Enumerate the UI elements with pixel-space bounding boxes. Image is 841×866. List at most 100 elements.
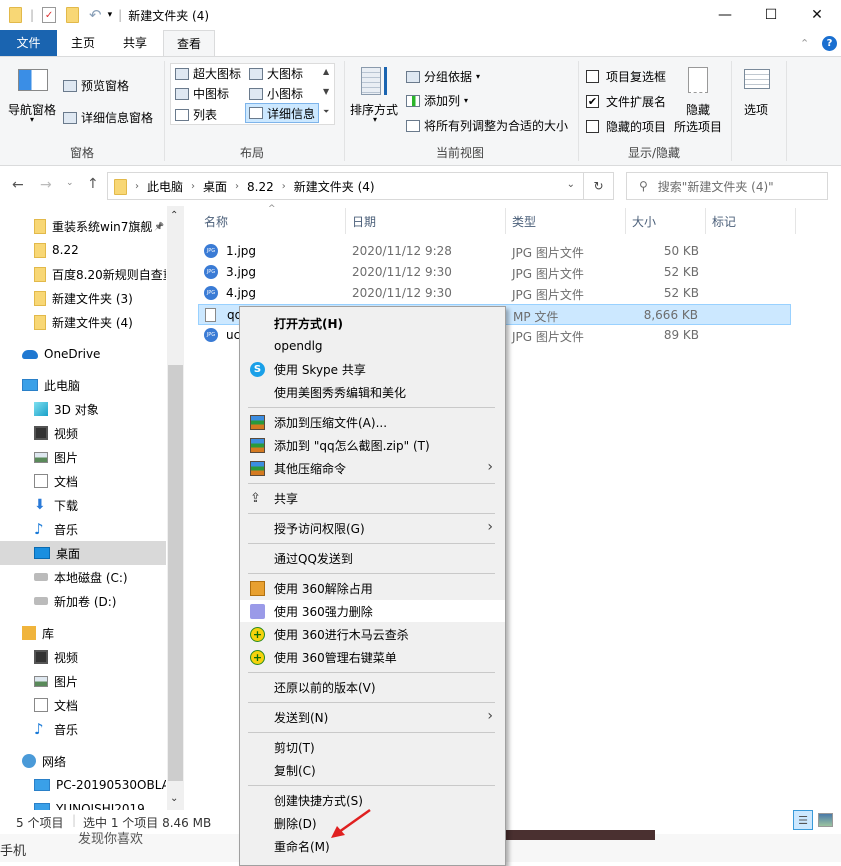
folder-icon[interactable] [9, 7, 22, 23]
nav-item[interactable]: 桌面 [0, 541, 166, 565]
large-icons-view-button[interactable] [818, 813, 833, 827]
column-header-type[interactable]: 类型 [512, 213, 536, 230]
address-dropdown-icon[interactable]: ⌄ [567, 179, 575, 190]
nav-item[interactable]: 图片 [0, 445, 166, 469]
nav-item[interactable]: ⬇ 下载 [0, 493, 166, 517]
tab-home[interactable]: 主页 [67, 30, 99, 56]
nav-item[interactable]: 8.22 [0, 238, 166, 262]
minimize-button[interactable]: — [702, 0, 748, 30]
menu-item[interactable]: + 使用 360管理右键菜单 [240, 646, 505, 668]
details-pane-button[interactable]: 详细信息窗格 [63, 109, 153, 126]
layout-extra-large-icons[interactable]: 超大图标 [175, 65, 241, 82]
menu-item[interactable]: 发送到(N) › [240, 706, 505, 728]
new-folder-icon[interactable] [66, 7, 80, 23]
column-divider[interactable] [505, 208, 506, 234]
tab-share[interactable]: 共享 [118, 30, 152, 56]
column-header-name[interactable]: 名称 [204, 213, 228, 230]
file-row[interactable]: JPG 1.jpg 2020/11/12 9:28 JPG 图片文件 50 KB [198, 241, 791, 262]
layout-large-icons[interactable]: 大图标 [249, 65, 303, 82]
menu-item[interactable]: 使用 360解除占用 [240, 577, 505, 599]
tab-file[interactable]: 文件 [0, 30, 57, 56]
column-header-tags[interactable]: 标记 [712, 213, 736, 230]
menu-item[interactable]: opendlg [240, 335, 505, 357]
add-column-button[interactable]: 添加列 ▾ [406, 92, 468, 109]
file-row[interactable]: JPG 4.jpg 2020/11/12 9:30 JPG 图片文件 52 KB [198, 283, 791, 304]
menu-item[interactable]: 通过QQ发送到 [240, 547, 505, 569]
column-divider[interactable] [625, 208, 626, 234]
nav-item[interactable]: 百度8.20新规则自查重 [0, 262, 166, 286]
column-divider[interactable] [705, 208, 706, 234]
refresh-button[interactable]: ↻ [584, 172, 614, 200]
column-header-date[interactable]: 日期 [352, 213, 376, 230]
menu-item[interactable]: ⇪ 共享 [240, 487, 505, 509]
menu-item[interactable]: + 使用 360进行木马云查杀 [240, 623, 505, 645]
breadcrumb-8-22[interactable]: 8.22 [247, 180, 274, 194]
close-button[interactable]: ✕ [794, 0, 840, 30]
up-button[interactable]: ↑ [87, 176, 99, 192]
column-divider[interactable] [795, 208, 796, 234]
pin-icon[interactable]: 📌 [154, 222, 164, 231]
recent-locations-icon[interactable]: ⌄ [66, 178, 74, 188]
nav-item[interactable]: 网络 [0, 749, 166, 773]
tab-view[interactable]: 查看 [163, 30, 215, 57]
checkbox[interactable] [586, 120, 599, 133]
nav-item[interactable]: 此电脑 [0, 373, 166, 397]
menu-item[interactable]: 授予访问权限(G) › [240, 517, 505, 539]
nav-item[interactable]: 新加卷 (D:) [0, 589, 166, 613]
gallery-expand-icon[interactable]: ⏷ [323, 107, 329, 117]
nav-item[interactable]: 图片 [0, 669, 166, 693]
menu-item[interactable]: 其他压缩命令 › [240, 457, 505, 479]
nav-item[interactable]: ♪ 音乐 [0, 517, 166, 541]
nav-item[interactable]: 新建文件夹 (3) [0, 286, 166, 310]
nav-item[interactable]: OneDrive [0, 342, 166, 366]
gallery-scroll-up-icon[interactable]: ▲ [323, 67, 329, 76]
layout-details[interactable]: 详细信息 [245, 103, 319, 123]
forward-button[interactable]: → [40, 177, 52, 193]
nav-item[interactable]: 新建文件夹 (4) [0, 310, 166, 334]
hidden-items-toggle[interactable]: 隐藏的项目 [586, 118, 666, 135]
menu-item[interactable]: 添加到 "qq怎么截图.zip" (T) [240, 434, 505, 456]
nav-item[interactable]: PC-20190530OBLA [0, 773, 166, 797]
hide-selected-label-2[interactable]: 所选项目 [674, 118, 722, 135]
layout-list[interactable]: 列表 [175, 106, 217, 123]
layout-medium-icons[interactable]: 中图标 [175, 85, 229, 102]
menu-item[interactable]: 复制(C) [240, 759, 505, 781]
properties-icon[interactable]: ✓ [42, 7, 57, 23]
nav-item[interactable]: YUNQISHI2019 [0, 797, 166, 810]
nav-item[interactable]: 视频 [0, 645, 166, 669]
options-button[interactable]: 选项 [744, 101, 768, 118]
back-button[interactable]: ← [12, 177, 24, 193]
menu-item[interactable]: 打开方式(H) [240, 312, 505, 334]
checkbox[interactable] [586, 70, 599, 83]
breadcrumb-this-pc[interactable]: 此电脑 [147, 178, 183, 195]
gallery-scroll-down-icon[interactable]: ▼ [323, 87, 329, 96]
nav-item[interactable]: 文档 [0, 469, 166, 493]
undo-icon[interactable]: ↶ [89, 6, 102, 24]
menu-item[interactable]: 还原以前的版本(V) [240, 676, 505, 698]
fit-columns-button[interactable]: 将所有列调整为合适的大小 [406, 117, 568, 134]
breadcrumb-current[interactable]: 新建文件夹 (4) [294, 178, 375, 195]
menu-item[interactable]: S 使用 Skype 共享 [240, 358, 505, 380]
details-view-button[interactable]: ☰ [793, 810, 813, 830]
scroll-down-arrow[interactable]: ⌄ [170, 793, 178, 804]
file-extensions-toggle[interactable]: ✔ 文件扩展名 [586, 93, 666, 110]
checkbox-checked[interactable]: ✔ [586, 95, 599, 108]
nav-item[interactable]: 本地磁盘 (C:) [0, 565, 166, 589]
search-input[interactable]: ⚲ 搜索"新建文件夹 (4)" [626, 172, 828, 200]
breadcrumb-desktop[interactable]: 桌面 [203, 178, 227, 195]
nav-scrollbar-thumb[interactable] [168, 365, 183, 781]
nav-item[interactable]: 文档 [0, 693, 166, 717]
column-divider[interactable] [345, 208, 346, 234]
maximize-button[interactable]: ☐ [748, 0, 794, 30]
nav-item[interactable]: 库 [0, 621, 166, 645]
nav-item[interactable]: 视频 [0, 421, 166, 445]
menu-item[interactable]: 使用 360强力删除 [240, 600, 505, 622]
nav-item[interactable]: 3D 对象 [0, 397, 166, 421]
address-bar[interactable]: › 此电脑 › 桌面 › 8.22 › 新建文件夹 (4) ⌄ [107, 172, 584, 200]
help-icon[interactable]: ? [822, 36, 837, 51]
item-checkboxes-toggle[interactable]: 项目复选框 [586, 68, 666, 85]
column-header-size[interactable]: 大小 [632, 213, 656, 230]
customize-dropdown-icon[interactable]: ▾ [108, 10, 113, 20]
collapse-ribbon-icon[interactable]: ⌃ [800, 37, 809, 50]
layout-small-icons[interactable]: 小图标 [249, 85, 303, 102]
